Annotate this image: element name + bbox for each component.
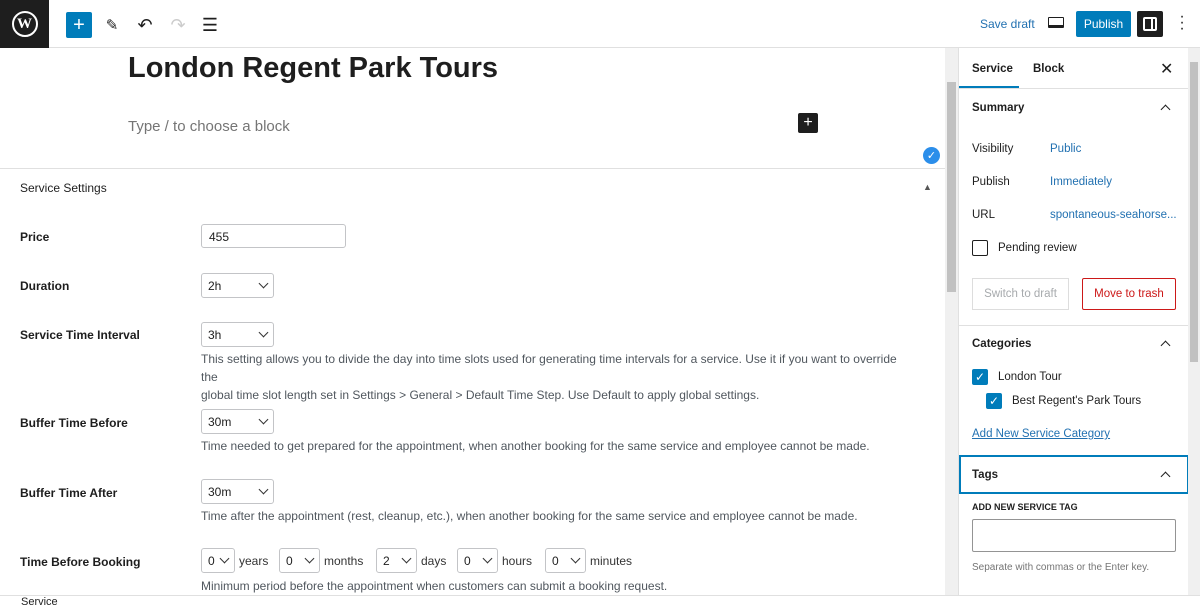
years-label: years [239,554,269,568]
sidebar-scrollbar[interactable] [1188,48,1200,595]
publish-label: Publish [972,176,1010,188]
desktop-preview-icon[interactable] [1048,17,1064,28]
months-label: months [324,554,364,568]
days-value: 2 [383,553,390,568]
buffer-after-value: 30m [208,484,232,499]
duration-value: 2h [208,278,222,293]
collapse-arrow-icon[interactable]: ▲ [923,182,932,192]
months-value: 0 [286,553,293,568]
url-label: URL [972,209,996,221]
price-label: Price [20,230,50,244]
pending-review-label: Pending review [998,242,1077,254]
price-input[interactable]: 455 [201,224,346,248]
hours-select[interactable]: 0 [457,548,498,573]
publish-button[interactable]: Publish [1076,11,1131,37]
summary-heading[interactable]: Summary [972,102,1024,114]
hours-value: 0 [464,553,471,568]
add-tag-label: ADD NEW SERVICE TAG [972,502,1078,512]
hours-label: hours [502,554,533,568]
url-link[interactable]: spontaneous-seahorse... [1050,209,1177,221]
years-select[interactable]: 0 [201,548,235,573]
save-draft-button[interactable]: Save draft [980,17,1035,31]
months-select[interactable]: 0 [279,548,320,573]
visibility-label: Visibility [972,143,1014,155]
interval-desc-line1: This setting allows you to divide the da… [201,352,897,384]
divider [959,88,1189,89]
breadcrumb-item[interactable]: Service [21,596,58,608]
service-settings-heading[interactable]: Service Settings [20,181,107,195]
close-icon[interactable]: ✕ [1160,59,1173,79]
tags-heading: Tags [972,469,998,481]
list-view-button[interactable]: ☰ [197,12,223,38]
interval-select[interactable]: 3h [201,322,274,347]
buffer-before-label: Buffer Time Before [20,416,128,430]
meta-box-divider [0,168,945,169]
chevron-up-icon[interactable] [1160,104,1171,115]
sidebar-toggle-icon [1143,17,1157,31]
category-label: Best Regent's Park Tours [1012,395,1142,407]
pencil-icon: ✎ [105,17,119,34]
tag-hint: Separate with commas or the Enter key. [972,562,1150,573]
pending-review-checkbox[interactable] [972,240,988,256]
check-icon: ✓ [923,147,940,164]
more-vertical-icon[interactable]: · · · [1178,9,1186,37]
publish-date-link[interactable]: Immediately [1050,176,1112,188]
list-view-icon: ☰ [201,14,219,35]
buffer-before-description: Time needed to get prepared for the appo… [201,439,870,453]
plus-icon: + [73,13,85,36]
buffer-after-description: Time after the appointment (rest, cleanu… [201,509,858,523]
redo-icon: ↷ [170,14,186,35]
undo-icon: ↶ [137,14,153,35]
inline-add-block-button[interactable]: + [798,113,818,133]
categories-heading[interactable]: Categories [972,338,1031,350]
interval-value: 3h [208,327,222,342]
visibility-link[interactable]: Public [1050,143,1081,155]
years-value: 0 [208,553,215,568]
minutes-select[interactable]: 0 [545,548,586,573]
settings-sidebar: Service Block ✕ Summary Visibility Publi… [958,48,1189,595]
duration-label: Duration [20,279,70,293]
divider [959,325,1189,326]
plus-icon: + [803,114,813,131]
minutes-value: 0 [552,553,559,568]
post-title[interactable]: London Regent Park Tours [128,52,498,85]
days-label: days [421,554,447,568]
tab-service[interactable]: Service [972,63,1013,75]
breadcrumb: Service [0,595,1200,610]
add-category-link[interactable]: Add New Service Category [972,428,1110,440]
tab-block[interactable]: Block [1033,63,1064,75]
interval-description: This setting allows you to divide the da… [201,350,901,404]
sidebar-toggle-button[interactable] [1137,11,1163,37]
buffer-before-select[interactable]: 30m [201,409,274,434]
time-before-booking-label: Time Before Booking [20,555,141,569]
category-checkbox-best-regents-park-tours[interactable]: ✓ [986,393,1002,409]
tools-button[interactable]: ✎ [99,12,125,38]
interval-label: Service Time Interval [20,328,140,342]
switch-to-draft-button[interactable]: Switch to draft [972,278,1069,310]
block-placeholder[interactable]: Type / to choose a block [128,118,290,135]
top-toolbar: W + ✎ ↶ ↷ ☰ Save draft Publish · · · [0,0,1200,48]
category-checkbox-london-tour[interactable]: ✓ [972,369,988,385]
redo-button[interactable]: ↷ [165,12,191,38]
interval-desc-line2: global time slot length set in Settings … [201,388,760,402]
duration-select[interactable]: 2h [201,273,274,298]
add-tag-input[interactable] [972,519,1176,552]
editor-scrollbar[interactable] [945,48,958,595]
chevron-up-icon[interactable] [1160,340,1171,351]
add-block-button[interactable]: + [66,12,92,38]
category-label: London Tour [998,371,1062,383]
days-select[interactable]: 2 [376,548,417,573]
buffer-before-value: 30m [208,414,232,429]
wordpress-logo[interactable]: W [0,0,49,48]
move-to-trash-button[interactable]: Move to trash [1082,278,1176,310]
time-before-booking-description: Minimum period before the appointment wh… [201,579,668,593]
buffer-after-select[interactable]: 30m [201,479,274,504]
undo-button[interactable]: ↶ [132,12,158,38]
buffer-after-label: Buffer Time After [20,486,118,500]
minutes-label: minutes [590,554,633,568]
